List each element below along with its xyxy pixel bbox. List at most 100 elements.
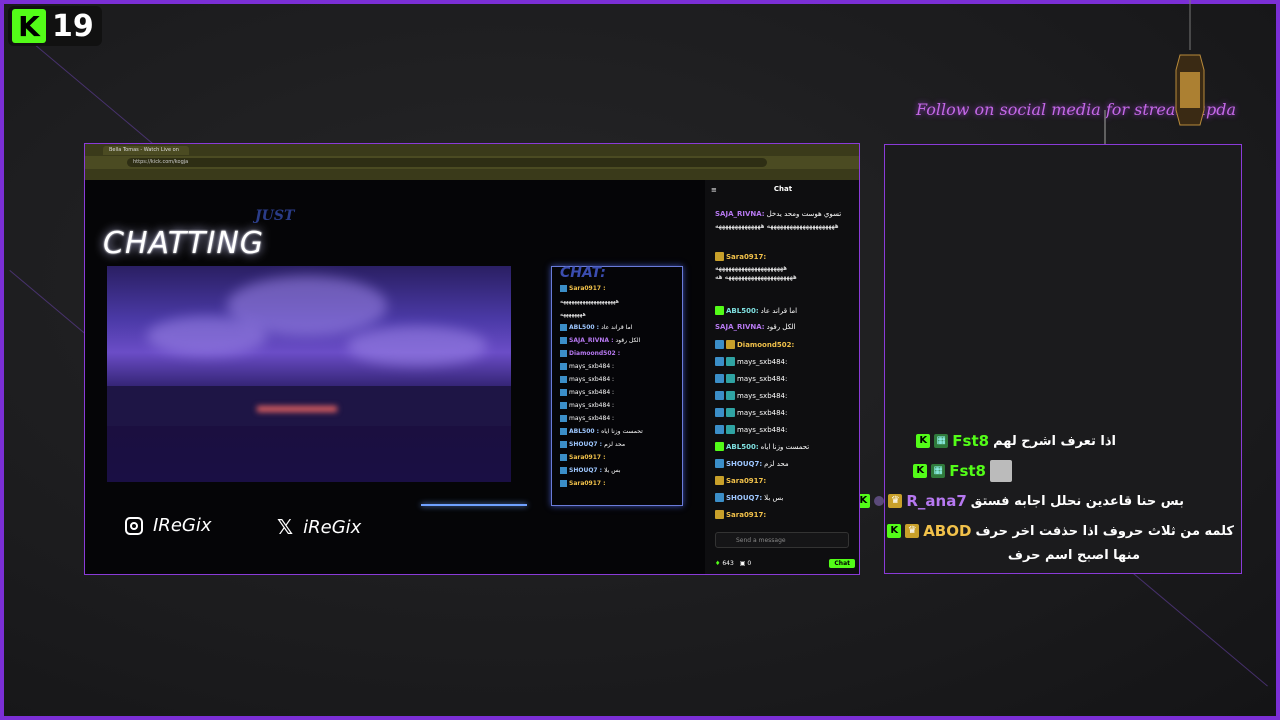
mini-chat-username: mays_sxb484 :	[569, 402, 615, 409]
mini-chat-row: Sara0917 :	[560, 454, 608, 461]
kick-follower-badge: K 19	[8, 6, 102, 46]
mini-chat-row: mays_sxb484 :	[560, 415, 616, 422]
kick-logo-icon: K	[12, 9, 46, 43]
mini-chat-text: اما قراند عاد	[601, 324, 633, 331]
overlay-chat-message: K ♛ R_ana7 بس حنا قاعدين نحلل اجابه فستق	[856, 492, 1184, 510]
chat-message-text: هههههههههههههههههههههه ههههههههههههههههه…	[715, 264, 797, 281]
mini-chat-username: Diamoond502 :	[569, 350, 621, 357]
chat-message: Diamoond502:	[715, 340, 794, 349]
user-badge-icon	[560, 324, 567, 331]
stream-stage: JUST CHATTING IReGix 𝕏 iReGix CHAT: Sara…	[85, 180, 705, 574]
mini-chat-row: ABL500 : تحمست وزنا اياه	[560, 428, 643, 435]
chat-username: Fst8	[952, 432, 990, 450]
chat-message: ABL500: اما قراند عاد	[715, 306, 797, 315]
crown-badge-icon: ♛	[905, 524, 920, 538]
overlay-chat-message: K ▦ Fst8	[913, 460, 1012, 482]
mini-chat-username: SAJA_RIVNA :	[569, 337, 614, 344]
chat-input[interactable]: Send a message	[715, 532, 849, 548]
x-logo-icon: 𝕏	[277, 515, 294, 539]
cloud	[147, 316, 267, 356]
instagram-icon	[125, 516, 143, 535]
chatting-title: CHATTING	[103, 226, 265, 261]
screen-capture: Bella Tomas - Watch Live on Kick https:/…	[84, 143, 860, 575]
mini-chat-row: ABL500 : اما قراند عاد	[560, 324, 632, 331]
browser-toolbar: https://kick.com/kogja	[85, 156, 859, 169]
chat-message-text: هههههههههههههههههههههه ههههههههههههههه	[715, 222, 839, 230]
chat-message: mays_sxb484:	[715, 425, 787, 434]
mini-chat-username: mays_sxb484 :	[569, 363, 615, 370]
mini-chat-username: Sara0917 :	[569, 285, 606, 292]
send-chat-button[interactable]: Chat	[829, 558, 855, 568]
mini-chat-row: ههههههههههههههههههههه	[560, 298, 619, 305]
chat-message: Sara0917:	[715, 510, 766, 519]
user-badge-icon	[560, 441, 567, 448]
dot-badge-icon	[874, 496, 885, 506]
user-badge-icon	[560, 337, 567, 344]
chat-header: ≡ Chat	[705, 180, 859, 200]
user-badge-icon	[560, 415, 567, 422]
chat-footer: ♦ 643 ▣ 0 Chat	[715, 557, 855, 569]
user-badge-icon	[560, 285, 567, 292]
chat-message: mays_sxb484:	[715, 374, 787, 383]
night-scene-image	[107, 266, 511, 482]
mini-chat-username: mays_sxb484 :	[569, 415, 615, 422]
viewer-count: ♦ 643	[715, 559, 734, 567]
chat-message: SAJA_RIVNA: تسوي هوست ومحد يدخل	[715, 210, 842, 218]
user-badge-icon	[560, 454, 567, 461]
mini-chat-row: mays_sxb484 :	[560, 376, 616, 383]
mini-chat-text: ههههههههههههههههههههه	[560, 298, 619, 305]
user-badge-icon	[560, 480, 567, 487]
chat-text: اذا تعرف اشرح لهم	[993, 433, 1116, 449]
chat-message: mays_sxb484:	[715, 357, 787, 366]
chat-username: Fst8	[949, 462, 986, 480]
user-badge-icon	[560, 389, 567, 396]
chat-message: mays_sxb484:	[715, 408, 787, 417]
overlay-chat-continuation: منها اصبح اسم حرف	[1007, 548, 1140, 563]
chat-message: SAJA_RIVNA: الكل رقود	[715, 323, 796, 331]
chat-title: Chat	[773, 185, 793, 193]
mini-chat-username: ABL500 :	[569, 428, 600, 435]
user-badge-icon	[560, 350, 567, 357]
overlay-chat-message: K ▦ Fst8 اذا تعرف اشرح لهم	[916, 432, 1116, 450]
chat-username: ABOD	[923, 522, 972, 540]
badge-count: 19	[52, 8, 94, 44]
user-badge-icon	[560, 428, 567, 435]
chat-text: كلمه من ثلاث حروف اذا حذفت اخر حرف	[975, 523, 1234, 539]
chat-message: ABL500: تحمست وزنا اياه	[715, 442, 809, 451]
mini-chat-title: CHAT:	[560, 265, 606, 281]
mini-chat-text: بس بلا	[604, 467, 621, 474]
mini-chat-row: mays_sxb484 :	[560, 402, 616, 409]
crown-badge-icon: ♛	[888, 494, 903, 508]
mini-chat-row: mays_sxb484 :	[560, 363, 616, 370]
mini-chat-row: ههههههههه	[560, 311, 586, 318]
mini-chat-text: ههههههههه	[560, 311, 586, 318]
gift-count: ▣ 0	[739, 559, 752, 567]
mini-chat-username: mays_sxb484 :	[569, 376, 615, 383]
mini-chat-text: محد لزم	[604, 441, 626, 448]
small-lantern-icon	[1175, 0, 1205, 126]
x-handle: 𝕏 iReGix	[277, 515, 361, 539]
chat-message: mays_sxb484:	[715, 391, 787, 400]
instagram-handle: IReGix	[125, 515, 212, 536]
mini-chat-username: SHOUQ7 :	[569, 441, 603, 448]
chat-message: Sara0917:	[715, 252, 766, 261]
chat-text: بس حنا قاعدين نحلل اجابه فستق	[970, 493, 1184, 509]
mini-chat-row: Sara0917 :	[560, 285, 608, 292]
mini-chat-row: Diamoond502 :	[560, 350, 622, 357]
mini-chat-text: تحمست وزنا اياه	[601, 428, 643, 435]
mini-chat-row: mays_sxb484 :	[560, 389, 616, 396]
emote-image	[990, 460, 1012, 482]
user-badge-icon	[560, 376, 567, 383]
address-bar[interactable]: https://kick.com/kogja	[127, 158, 767, 167]
chat-message: SHOUQ7: محد لزم	[715, 459, 789, 468]
kick-chat-sidebar: ≡ Chat SAJA_RIVNA: تسوي هوست ومحد يدخل هه…	[705, 180, 859, 574]
neon-divider	[421, 504, 527, 506]
browser-tab[interactable]: Bella Tomas - Watch Live on Kick	[103, 145, 189, 162]
just-label: JUST	[255, 208, 295, 224]
overlay-chat-message: K ♛ ABOD كلمه من ثلاث حروف اذا حذفت اخر …	[887, 522, 1234, 540]
chat-username: R_ana7	[906, 492, 967, 510]
mini-chat-username: mays_sxb484 :	[569, 389, 615, 396]
mini-chat-row: Sara0917 :	[560, 480, 608, 487]
mini-chat-username: SHOUQ7 :	[569, 467, 603, 474]
subscriber-badge-icon: ▦	[931, 464, 946, 478]
